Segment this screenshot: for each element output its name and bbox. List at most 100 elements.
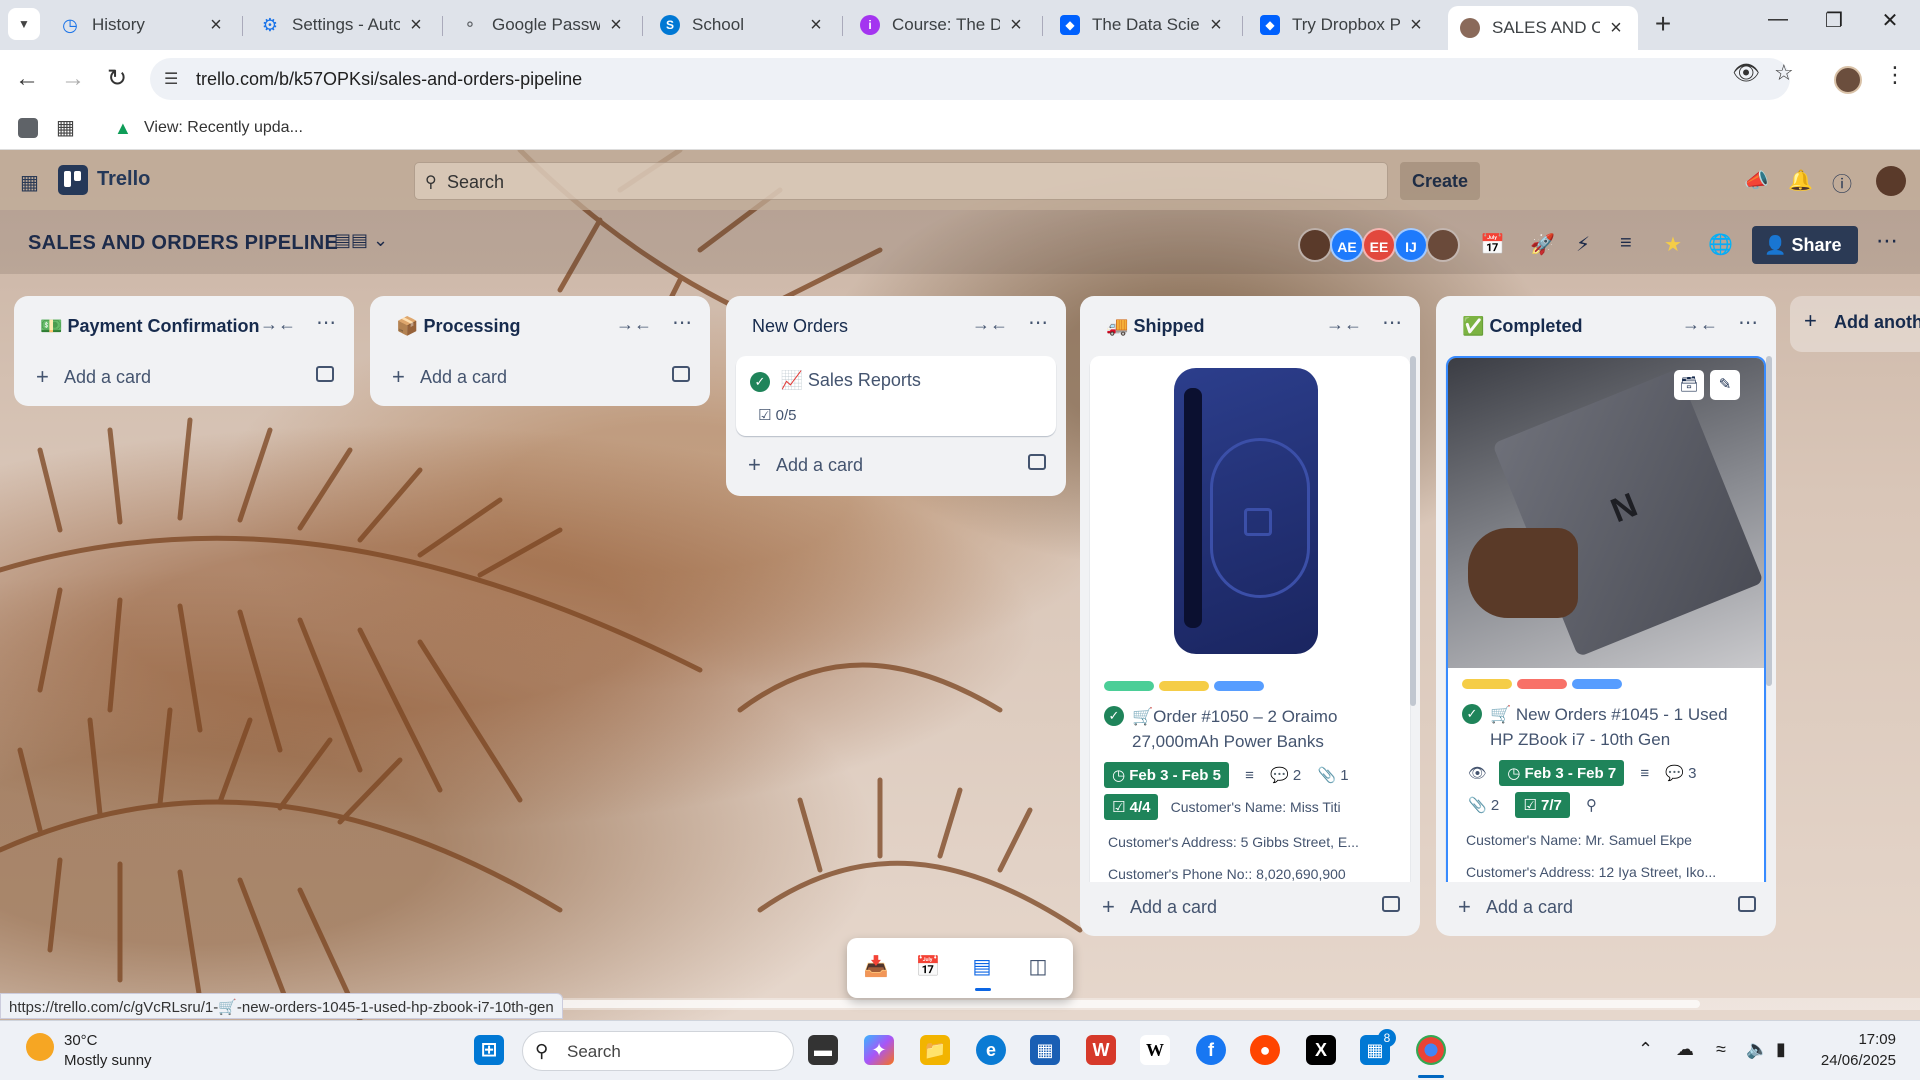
- label-red[interactable]: [1517, 679, 1567, 689]
- card-template-icon[interactable]: [316, 366, 334, 382]
- weather-sun-icon[interactable]: [26, 1033, 54, 1061]
- facebook-icon[interactable]: f: [1196, 1035, 1226, 1065]
- file-explorer-icon[interactable]: 📁: [920, 1035, 950, 1065]
- tab-course[interactable]: i Course: The Dat ×: [848, 6, 1038, 44]
- automation-icon[interactable]: ⚡: [1576, 232, 1590, 257]
- close-icon[interactable]: ×: [1606, 17, 1626, 40]
- onedrive-icon[interactable]: ☁: [1676, 1039, 1694, 1060]
- switch-boards-icon[interactable]: ◫: [1023, 954, 1053, 982]
- tab-search-button[interactable]: ▼: [8, 8, 40, 40]
- board-menu-icon[interactable]: ⋯: [1876, 228, 1898, 254]
- copilot-icon[interactable]: ✦: [864, 1035, 894, 1065]
- weather-description[interactable]: Mostly sunny: [64, 1052, 152, 1069]
- member-avatar[interactable]: EE: [1362, 228, 1396, 262]
- label-blue[interactable]: [1572, 679, 1622, 689]
- complete-check-icon[interactable]: ✓: [1104, 706, 1124, 726]
- collapse-list-icon[interactable]: →←: [260, 314, 296, 335]
- tab-history[interactable]: ◷ History ×: [48, 6, 238, 44]
- close-icon[interactable]: ×: [606, 14, 626, 37]
- edit-pencil-icon[interactable]: ✎: [1710, 370, 1740, 400]
- list-scrollbar[interactable]: [1410, 356, 1416, 706]
- wifi-icon[interactable]: ≈: [1716, 1039, 1726, 1060]
- power-ups-icon[interactable]: 🚀: [1530, 232, 1555, 257]
- board-view-switcher[interactable]: ▤▤ ⌄: [334, 230, 388, 251]
- create-button[interactable]: Create: [1400, 162, 1480, 200]
- visibility-globe-icon[interactable]: 🌐: [1708, 232, 1733, 257]
- label-yellow[interactable]: [1159, 681, 1209, 691]
- list-title[interactable]: ✅ Completed: [1462, 316, 1582, 337]
- label-green[interactable]: [1104, 681, 1154, 691]
- close-icon[interactable]: ×: [1206, 14, 1226, 37]
- microsoft-store-icon[interactable]: ▦: [1030, 1035, 1060, 1065]
- list-title[interactable]: 📦 Processing: [396, 316, 520, 337]
- address-bar[interactable]: ☰ trello.com/b/k57OPKsi/sales-and-orders…: [150, 58, 1790, 100]
- member-avatar[interactable]: [1298, 228, 1332, 262]
- due-date-badge[interactable]: ◷ Feb 3 - Feb 5: [1104, 762, 1229, 788]
- browser-profile-avatar[interactable]: [1834, 66, 1862, 94]
- card-labels[interactable]: [1448, 668, 1764, 694]
- tab-settings[interactable]: ⚙ Settings - Autofi ×: [248, 6, 438, 44]
- calendar-view-icon[interactable]: 📅: [913, 954, 943, 982]
- tab-data-science[interactable]: ◆ The Data Scienc ×: [1048, 6, 1238, 44]
- back-button[interactable]: ←: [10, 62, 44, 96]
- close-icon[interactable]: ×: [1006, 14, 1026, 37]
- card-sales-reports[interactable]: ✓ 📈 Sales Reports ☑ 0/5: [736, 356, 1056, 436]
- complete-check-icon[interactable]: ✓: [750, 371, 770, 392]
- edge-icon[interactable]: e: [976, 1035, 1006, 1065]
- chrome-icon[interactable]: [1416, 1035, 1446, 1065]
- side-panel-icon[interactable]: [18, 118, 38, 138]
- close-window-button[interactable]: ✕: [1870, 8, 1910, 33]
- list-scrollbar[interactable]: [1766, 356, 1772, 686]
- member-avatar[interactable]: [1426, 228, 1460, 262]
- card-order-1045[interactable]: N 🗃 ✎ ✓ 🛒 New Orders #1045 - 1 Used HP Z…: [1446, 356, 1766, 882]
- account-avatar[interactable]: [1876, 166, 1906, 196]
- clock-time[interactable]: 17:09: [1818, 1031, 1896, 1048]
- add-card-button[interactable]: + Add a card: [370, 356, 710, 400]
- eye-off-icon[interactable]: 👁: [1732, 60, 1760, 86]
- battery-icon[interactable]: ▮: [1776, 1039, 1786, 1060]
- due-date-badge[interactable]: ◷ Feb 3 - Feb 7: [1499, 760, 1625, 786]
- wikipedia-icon[interactable]: W: [1140, 1035, 1170, 1065]
- help-icon[interactable]: ⓘ: [1832, 168, 1852, 197]
- weather-temperature[interactable]: 30°C: [64, 1032, 98, 1049]
- list-menu-icon[interactable]: ⋯: [1738, 310, 1758, 335]
- windows-start-icon[interactable]: ⊞: [474, 1035, 504, 1065]
- close-icon[interactable]: ×: [806, 14, 826, 37]
- collapse-list-icon[interactable]: →←: [1682, 314, 1718, 335]
- card-template-icon[interactable]: [672, 366, 690, 382]
- bookmark-link[interactable]: View: Recently upda...: [144, 119, 303, 137]
- list-title[interactable]: 💵 Payment Confirmation: [40, 316, 259, 337]
- label-blue[interactable]: [1214, 681, 1264, 691]
- add-card-button[interactable]: + Add a card: [1436, 886, 1776, 930]
- list-cards-scroll[interactable]: N 🗃 ✎ ✓ 🛒 New Orders #1045 - 1 Used HP Z…: [1436, 356, 1776, 882]
- list-menu-icon[interactable]: ⋯: [316, 310, 336, 335]
- task-view-icon[interactable]: ▬: [808, 1035, 838, 1065]
- list-title[interactable]: New Orders: [752, 316, 848, 337]
- collapse-list-icon[interactable]: →←: [616, 314, 652, 335]
- forward-button[interactable]: →: [56, 62, 90, 96]
- collapse-list-icon[interactable]: →←: [1326, 314, 1362, 335]
- card-template-icon[interactable]: [1738, 896, 1756, 912]
- reddit-icon[interactable]: ●: [1250, 1035, 1280, 1065]
- share-button[interactable]: 👤 Share: [1752, 226, 1858, 264]
- member-avatar[interactable]: IJ: [1394, 228, 1428, 262]
- card-template-icon[interactable]: [1028, 454, 1046, 470]
- restore-button[interactable]: ❐: [1814, 8, 1854, 33]
- browser-menu-icon[interactable]: ⋮: [1884, 62, 1906, 88]
- add-card-button[interactable]: + Add a card: [14, 356, 354, 400]
- apps-grid-icon[interactable]: ▦: [56, 118, 76, 138]
- inbox-icon[interactable]: 📥: [861, 954, 891, 982]
- show-hidden-icons-chevron[interactable]: ⌃: [1638, 1039, 1653, 1060]
- minimize-button[interactable]: —: [1758, 8, 1798, 31]
- board-title[interactable]: SALES AND ORDERS PIPELINE: [28, 232, 338, 255]
- add-card-button[interactable]: + Add a card: [1080, 886, 1420, 930]
- new-tab-button[interactable]: +: [1648, 10, 1678, 38]
- tab-dropbox-plus[interactable]: ◆ Try Dropbox Plu ×: [1248, 6, 1438, 44]
- list-menu-icon[interactable]: ⋯: [1028, 310, 1048, 335]
- trello-search-input[interactable]: ⚲ Search: [414, 162, 1388, 200]
- label-yellow[interactable]: [1462, 679, 1512, 689]
- taskbar-search[interactable]: ⚲ Search: [522, 1031, 794, 1071]
- bookmark-star-icon[interactable]: ☆: [1774, 60, 1794, 86]
- board-view-icon[interactable]: ▤: [967, 954, 997, 982]
- card-template-icon[interactable]: [1382, 896, 1400, 912]
